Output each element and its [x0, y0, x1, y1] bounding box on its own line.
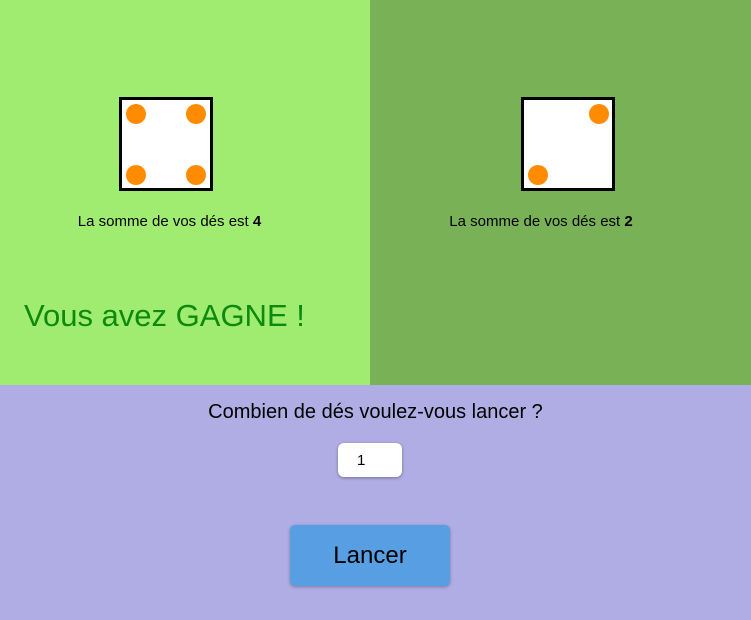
die-pip: [126, 104, 146, 124]
die-pip: [528, 165, 548, 185]
dice-count-question: Combien de dés voulez-vous lancer ?: [208, 401, 543, 423]
opponent-sum-label: La somme de vos dés est: [449, 213, 621, 230]
opponent-die: [521, 97, 615, 191]
dice-area: La somme de vos dés est 4 Vous avez GAGN…: [0, 0, 751, 385]
player-sum-value: 4: [252, 213, 262, 230]
opponent-sum-value: 2: [624, 213, 633, 230]
opponent-sum-text: La somme de vos dés est 2: [370, 213, 712, 230]
opponent-panel: La somme de vos dés est 2: [370, 0, 751, 385]
dice-count-input[interactable]: [338, 443, 402, 477]
player-sum-label: La somme de vos dés est: [77, 213, 249, 230]
player-panel: La somme de vos dés est 4 Vous avez GAGN…: [0, 0, 370, 385]
player-sum-text: La somme de vos dés est 4: [0, 213, 339, 230]
die-pip: [186, 104, 206, 124]
controls-panel: Combien de dés voulez-vous lancer ? Lanc…: [0, 385, 751, 620]
die-pip: [126, 165, 146, 185]
die-pip: [186, 165, 206, 185]
die-pip: [589, 104, 609, 124]
roll-button[interactable]: Lancer: [290, 525, 450, 586]
win-message: Vous avez GAGNE !: [24, 298, 305, 333]
player-die: [119, 97, 213, 191]
dice-game-app: La somme de vos dés est 4 Vous avez GAGN…: [0, 0, 751, 620]
